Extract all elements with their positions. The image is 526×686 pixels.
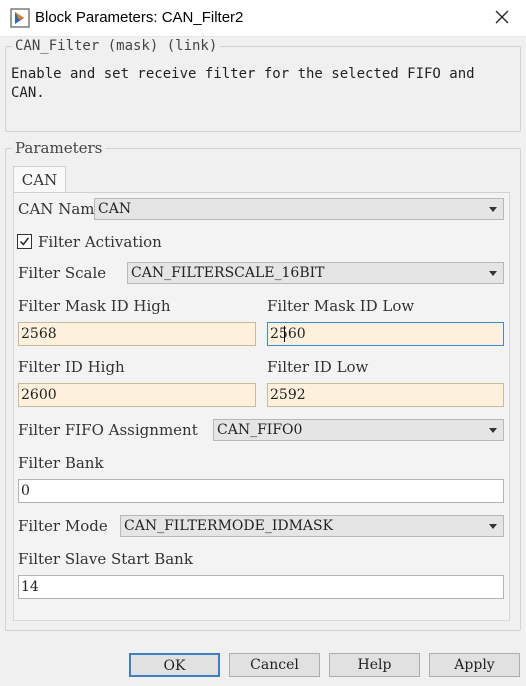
filter-activation-label: Filter Activation — [38, 233, 162, 251]
filter-id-low-label: Filter ID Low — [267, 358, 369, 376]
filter-activation-checkbox[interactable] — [17, 234, 32, 249]
chevron-down-icon — [489, 524, 497, 529]
help-button-label: Help — [357, 657, 392, 673]
block-description: Enable and set receive filter for the se… — [11, 66, 475, 101]
title-bar: Block Parameters: CAN_Filter2 — [0, 0, 526, 37]
filter-mask-id-high-input[interactable]: 2568 — [18, 322, 256, 346]
can-name-label: CAN Name — [18, 200, 104, 218]
parameters-legend: Parameters — [15, 139, 103, 157]
filter-id-low-value: 2592 — [270, 387, 306, 403]
filter-bank-label: Filter Bank — [18, 454, 104, 472]
filter-id-high-input[interactable]: 2600 — [18, 383, 256, 407]
block-header: CAN_Filter (mask) (link) — [15, 38, 218, 54]
filter-fifo-assignment-label: Filter FIFO Assignment — [18, 421, 198, 439]
filter-mask-id-low-input[interactable]: 2560 — [267, 322, 504, 346]
filter-fifo-assignment-value: CAN_FIFO0 — [217, 422, 303, 438]
dialog-body: CAN_Filter (mask) (link) Enable and set … — [0, 37, 526, 686]
apply-button[interactable]: Apply — [429, 653, 520, 677]
chevron-down-icon — [489, 428, 497, 433]
close-button[interactable] — [486, 4, 518, 32]
ok-button[interactable]: OK — [129, 653, 220, 677]
filter-id-high-label: Filter ID High — [18, 358, 125, 376]
filter-mode-dropdown[interactable]: CAN_FILTERMODE_IDMASK — [120, 515, 504, 537]
filter-slave-start-bank-value: 14 — [21, 579, 39, 595]
filter-fifo-assignment-dropdown[interactable]: CAN_FIFO0 — [213, 419, 504, 441]
can-name-dropdown[interactable]: CAN — [94, 198, 504, 220]
filter-scale-label: Filter Scale — [18, 264, 107, 282]
filter-mode-label: Filter Mode — [18, 517, 108, 535]
filter-mask-id-high-label: Filter Mask ID High — [18, 297, 171, 315]
cancel-button-label: Cancel — [250, 657, 299, 673]
tab-can-label: CAN — [21, 171, 58, 189]
help-button[interactable]: Help — [329, 653, 420, 677]
apply-button-label: Apply — [454, 657, 495, 673]
filter-mask-id-high-value: 2568 — [21, 326, 57, 342]
ok-button-label: OK — [163, 658, 186, 674]
text-cursor — [284, 326, 285, 342]
filter-bank-value: 0 — [21, 483, 30, 499]
filter-scale-value: CAN_FILTERSCALE_16BIT — [131, 265, 325, 281]
filter-mask-id-low-value: 2560 — [270, 326, 306, 342]
filter-scale-dropdown[interactable]: CAN_FILTERSCALE_16BIT — [127, 262, 504, 284]
filter-mask-id-low-label: Filter Mask ID Low — [267, 297, 415, 315]
tab-can[interactable]: CAN — [13, 166, 66, 193]
filter-id-high-value: 2600 — [21, 387, 57, 403]
chevron-down-icon — [489, 271, 497, 276]
simulink-block-icon — [10, 8, 30, 28]
cancel-button[interactable]: Cancel — [229, 653, 320, 677]
can-name-value: CAN — [98, 201, 132, 217]
close-icon — [495, 9, 509, 28]
filter-bank-input[interactable]: 0 — [18, 479, 504, 503]
filter-slave-start-bank-label: Filter Slave Start Bank — [18, 550, 193, 568]
filter-id-low-input[interactable]: 2592 — [267, 383, 504, 407]
filter-mode-value: CAN_FILTERMODE_IDMASK — [124, 518, 334, 534]
filter-slave-start-bank-input[interactable]: 14 — [18, 575, 504, 599]
chevron-down-icon — [489, 207, 497, 212]
window-title: Block Parameters: CAN_Filter2 — [35, 9, 244, 26]
